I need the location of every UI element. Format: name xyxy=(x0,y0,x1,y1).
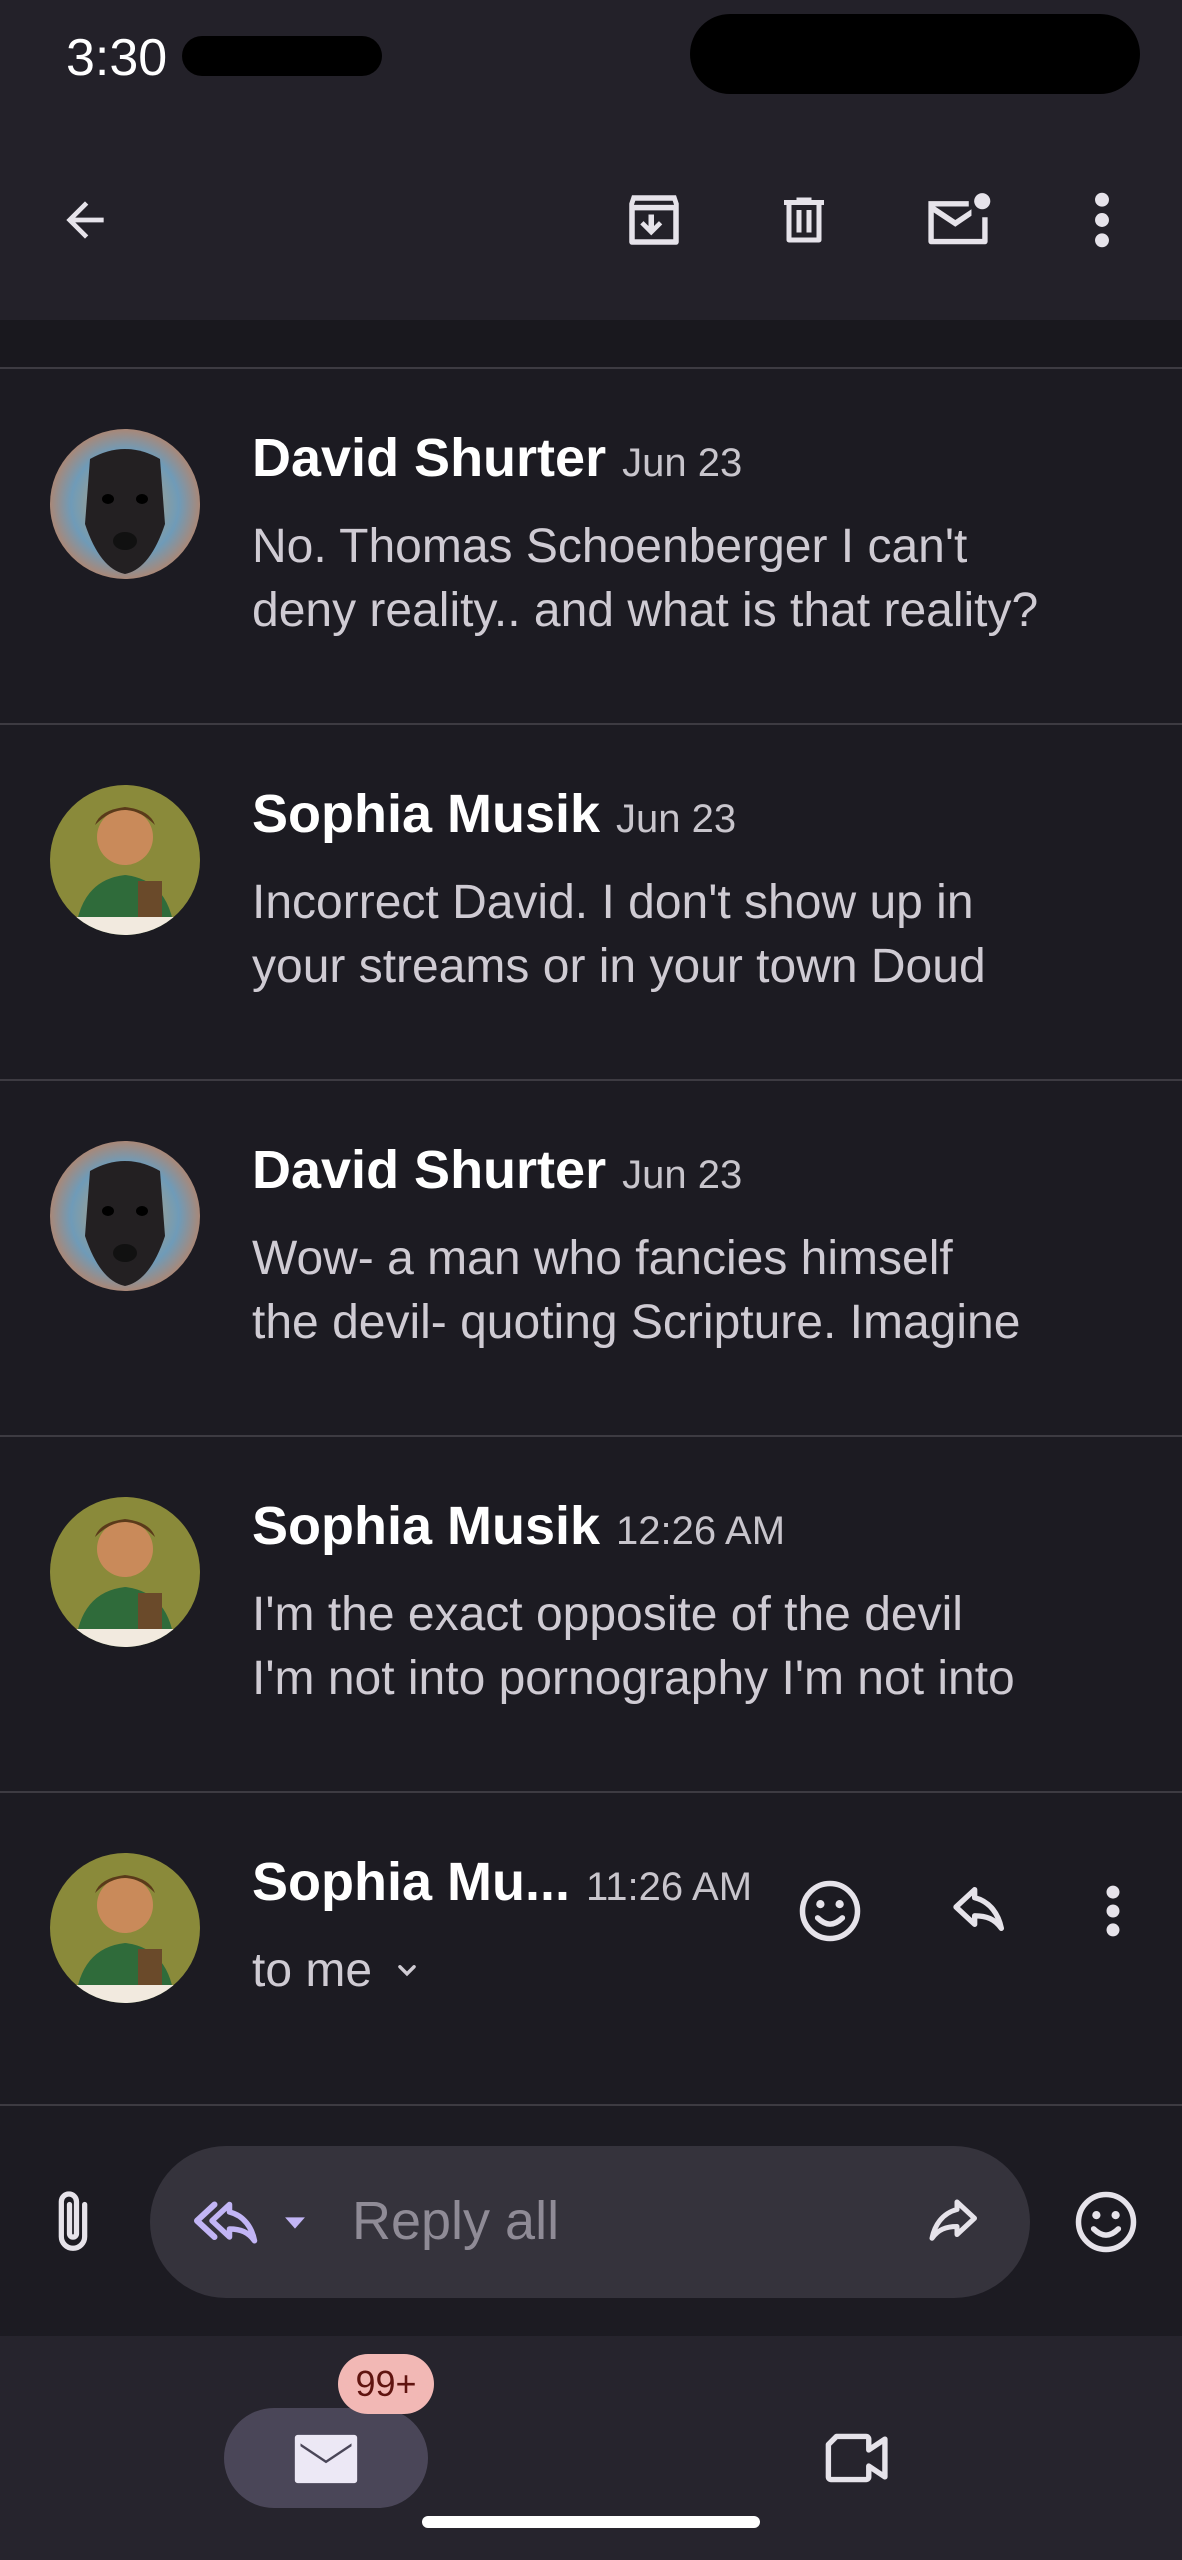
recipient-label: to me xyxy=(252,1944,373,1997)
sender-name: David Shurter Jun 23 xyxy=(252,427,742,489)
bottom-navigation: 99+ xyxy=(0,2336,1182,2560)
reply-all-field[interactable]: Reply all xyxy=(150,2146,1030,2298)
reply-all-placeholder: Reply all xyxy=(352,2191,560,2251)
mail-icon xyxy=(294,2434,358,2484)
thread-top-spacer xyxy=(0,320,1182,368)
reply-icon xyxy=(953,1887,1004,1931)
status-time: 3:30 xyxy=(66,29,168,87)
attach-button[interactable] xyxy=(28,2172,118,2272)
message-snippet: No. Thomas Schoenberger I can't deny rea… xyxy=(252,515,1132,643)
snippet-line: the devil- quoting Scripture. Imagine xyxy=(252,1296,1021,1349)
avatar xyxy=(50,785,200,935)
recipient-toggle[interactable]: to me xyxy=(252,1943,424,1998)
archive-icon xyxy=(629,195,679,245)
chevron-down-icon xyxy=(398,1964,416,1976)
more-vert-icon xyxy=(1095,192,1109,248)
reply-bar: Reply all xyxy=(0,2106,1182,2336)
snippet-line: I'm the exact opposite of the devil xyxy=(252,1588,963,1641)
delete-button[interactable] xyxy=(756,172,852,268)
mark-unread-button[interactable] xyxy=(908,172,1008,268)
sender-name-text: Sophia Mu... xyxy=(252,1852,570,1912)
more-vert-icon xyxy=(1106,1885,1120,1937)
reply-button[interactable] xyxy=(930,1861,1030,1961)
avatar xyxy=(50,1141,200,1291)
message-snippet: Wow- a man who fancies himself the devil… xyxy=(252,1227,1132,1355)
unread-badge: 99+ xyxy=(338,2354,434,2414)
message-more-button[interactable] xyxy=(1068,1861,1158,1961)
mail-unread-icon xyxy=(928,193,991,245)
message-item[interactable]: David Shurter Jun 23 Wow- a man who fanci… xyxy=(0,1081,1182,1435)
sender-name: Sophia Musik 12:26 AM xyxy=(252,1495,785,1557)
message-item[interactable]: Sophia Musik 12:26 AM I'm the exact oppos… xyxy=(0,1437,1182,1791)
emoji-button[interactable] xyxy=(1056,2172,1156,2272)
portrait-avatar-icon xyxy=(50,1497,200,1647)
status-bar: 3:30 xyxy=(0,0,1182,120)
sender-name: Sophia Musik Jun 23 xyxy=(252,783,736,845)
expanded-message-header[interactable]: Sophia Mu... 11:26 AM to me xyxy=(0,1793,1182,2104)
emoji-icon xyxy=(1075,2191,1137,2253)
redaction-mark xyxy=(182,36,382,76)
portrait-avatar-icon xyxy=(50,785,200,935)
reply-all-icon xyxy=(194,2201,258,2244)
archive-button[interactable] xyxy=(606,172,702,268)
dropdown-arrow-icon[interactable] xyxy=(278,2206,312,2240)
message-date: 12:26 AM xyxy=(616,1509,786,1553)
message-time: 11:26 AM xyxy=(586,1865,753,1909)
message-date: Jun 23 xyxy=(622,441,743,485)
sender-name: David Shurter Jun 23 xyxy=(252,1139,742,1201)
trash-icon xyxy=(784,197,824,243)
message-date: Jun 23 xyxy=(616,797,737,841)
nav-meet-tab[interactable] xyxy=(808,2408,908,2508)
more-options-button[interactable] xyxy=(1054,172,1150,268)
dog-avatar-icon xyxy=(50,1141,200,1291)
add-reaction-button[interactable] xyxy=(780,1861,880,1961)
emoji-icon xyxy=(799,1880,861,1942)
redaction-mark xyxy=(690,14,1140,94)
snippet-line: I'm not into pornography I'm not into xyxy=(252,1652,1015,1705)
avatar xyxy=(50,1497,200,1647)
message-snippet: I'm the exact opposite of the devil I'm … xyxy=(252,1583,1132,1711)
sender-name: Sophia Mu... 11:26 AM xyxy=(252,1851,752,1913)
avatar xyxy=(50,1853,200,2003)
arrow-back-icon xyxy=(66,201,104,239)
top-app-bar xyxy=(0,120,1182,320)
snippet-line: deny reality.. and what is that reality? xyxy=(252,584,1039,637)
sender-name-text: David Shurter xyxy=(252,428,607,488)
sender-name-text: David Shurter xyxy=(252,1140,607,1200)
forward-icon[interactable] xyxy=(920,2192,984,2252)
video-camera-icon xyxy=(825,2433,888,2483)
dog-avatar-icon xyxy=(50,429,200,579)
snippet-line: Wow- a man who fancies himself xyxy=(252,1232,953,1285)
paperclip-icon xyxy=(58,2191,88,2251)
portrait-avatar-icon xyxy=(50,1853,200,2003)
snippet-line: No. Thomas Schoenberger I can't xyxy=(252,520,968,573)
sender-name-text: Sophia Musik xyxy=(252,1496,601,1556)
message-snippet: Incorrect David. I don't show up in your… xyxy=(252,871,1132,999)
snippet-line: Incorrect David. I don't show up in xyxy=(252,876,974,929)
snippet-line: your streams or in your town Doud xyxy=(252,940,986,993)
back-button[interactable] xyxy=(40,172,130,268)
message-date: Jun 23 xyxy=(622,1153,743,1197)
message-item[interactable]: Sophia Musik Jun 23 Incorrect David. I do… xyxy=(0,725,1182,1079)
avatar xyxy=(50,429,200,579)
message-item[interactable]: David Shurter Jun 23 No. Thomas Schoenber… xyxy=(0,369,1182,723)
sender-name-text: Sophia Musik xyxy=(252,784,601,844)
nav-mail-tab[interactable] xyxy=(224,2408,428,2508)
home-indicator[interactable] xyxy=(422,2516,760,2528)
